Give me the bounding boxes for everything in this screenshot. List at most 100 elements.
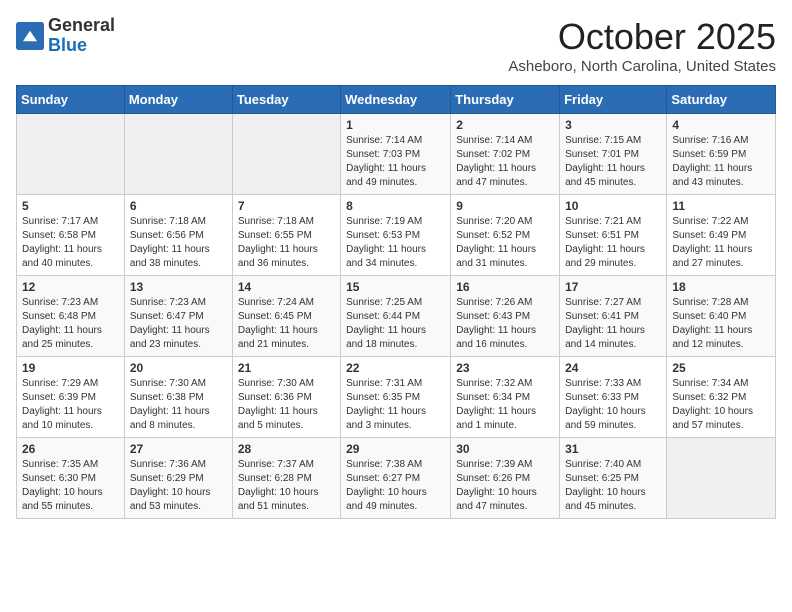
day-info: Sunrise: 7:38 AM Sunset: 6:27 PM Dayligh… [346,458,445,514]
day-info: Sunrise: 7:39 AM Sunset: 6:26 PM Dayligh… [456,458,554,514]
day-number: 29 [346,442,445,456]
day-info: Sunrise: 7:16 AM Sunset: 6:59 PM Dayligh… [672,134,770,190]
calendar-cell: 4 Sunrise: 7:16 AM Sunset: 6:59 PM Daylig… [667,114,776,195]
day-info: Sunrise: 7:22 AM Sunset: 6:49 PM Dayligh… [672,215,770,271]
day-info: Sunrise: 7:17 AM Sunset: 6:58 PM Dayligh… [22,215,119,271]
calendar-cell: 10 Sunrise: 7:21 AM Sunset: 6:51 PM Dayli… [560,195,667,276]
calendar-cell: 3 Sunrise: 7:15 AM Sunset: 7:01 PM Daylig… [560,114,667,195]
day-number: 12 [22,280,119,294]
calendar-cell: 11 Sunrise: 7:22 AM Sunset: 6:49 PM Dayli… [667,195,776,276]
calendar-cell: 16 Sunrise: 7:26 AM Sunset: 6:43 PM Dayli… [451,276,560,357]
day-number: 3 [565,118,661,132]
day-info: Sunrise: 7:40 AM Sunset: 6:25 PM Dayligh… [565,458,661,514]
day-info: Sunrise: 7:28 AM Sunset: 6:40 PM Dayligh… [672,296,770,352]
day-number: 5 [22,199,119,213]
day-number: 6 [130,199,227,213]
day-info: Sunrise: 7:23 AM Sunset: 6:47 PM Dayligh… [130,296,227,352]
calendar-cell: 13Sunrise: 7:23 AM Sunset: 6:47 PM Dayli… [124,276,232,357]
day-number: 4 [672,118,770,132]
calendar-cell: 12 Sunrise: 7:23 AM Sunset: 6:48 PM Dayli… [17,276,125,357]
day-info: Sunrise: 7:32 AM Sunset: 6:34 PM Dayligh… [456,377,554,433]
calendar-cell: 21 Sunrise: 7:30 AM Sunset: 6:36 PM Dayli… [232,357,340,438]
title-area: October 2025 Asheboro, North Carolina, U… [508,16,776,75]
logo-general: General [48,15,115,35]
day-info: Sunrise: 7:14 AM Sunset: 7:03 PM Dayligh… [346,134,445,190]
logo-blue: Blue [48,35,87,55]
calendar-cell: 27 Sunrise: 7:36 AM Sunset: 6:29 PM Dayli… [124,438,232,519]
calendar-cell: 2Sunrise: 7:14 AM Sunset: 7:02 PM Daylig… [451,114,560,195]
calendar-cell: 9Sunrise: 7:20 AM Sunset: 6:52 PM Daylig… [451,195,560,276]
day-number: 7 [238,199,335,213]
day-info: Sunrise: 7:18 AM Sunset: 6:55 PM Dayligh… [238,215,335,271]
day-number: 15 [346,280,445,294]
day-number: 26 [22,442,119,456]
day-number: 11 [672,199,770,213]
logo-icon [16,22,44,50]
day-number: 21 [238,361,335,375]
calendar-cell: 25Sunrise: 7:34 AM Sunset: 6:32 PM Dayli… [667,357,776,438]
page-header: General Blue October 2025 Asheboro, Nort… [16,16,776,75]
weekday-header: Saturday [667,86,776,114]
month-title: October 2025 [508,16,776,58]
day-info: Sunrise: 7:26 AM Sunset: 6:43 PM Dayligh… [456,296,554,352]
day-info: Sunrise: 7:19 AM Sunset: 6:53 PM Dayligh… [346,215,445,271]
day-info: Sunrise: 7:18 AM Sunset: 6:56 PM Dayligh… [130,215,227,271]
calendar-week-row: 19Sunrise: 7:29 AM Sunset: 6:39 PM Dayli… [17,357,776,438]
day-number: 30 [456,442,554,456]
day-number: 23 [456,361,554,375]
day-info: Sunrise: 7:35 AM Sunset: 6:30 PM Dayligh… [22,458,119,514]
calendar-cell: 29 Sunrise: 7:38 AM Sunset: 6:27 PM Dayli… [341,438,451,519]
calendar-week-row: 26 Sunrise: 7:35 AM Sunset: 6:30 PM Dayli… [17,438,776,519]
day-number: 20 [130,361,227,375]
day-info: Sunrise: 7:30 AM Sunset: 6:36 PM Dayligh… [238,377,335,433]
weekday-header: Tuesday [232,86,340,114]
logo-text: General Blue [48,16,115,56]
day-number: 22 [346,361,445,375]
calendar-cell: 1Sunrise: 7:14 AM Sunset: 7:03 PM Daylig… [341,114,451,195]
calendar-cell: 14Sunrise: 7:24 AM Sunset: 6:45 PM Dayli… [232,276,340,357]
weekday-header: Friday [560,86,667,114]
day-number: 28 [238,442,335,456]
calendar-cell: 31 Sunrise: 7:40 AM Sunset: 6:25 PM Dayli… [560,438,667,519]
day-number: 17 [565,280,661,294]
calendar-cell: 20 Sunrise: 7:30 AM Sunset: 6:38 PM Dayli… [124,357,232,438]
calendar-cell: 28 Sunrise: 7:37 AM Sunset: 6:28 PM Dayli… [232,438,340,519]
day-info: Sunrise: 7:14 AM Sunset: 7:02 PM Dayligh… [456,134,554,190]
calendar-cell [667,438,776,519]
day-info: Sunrise: 7:37 AM Sunset: 6:28 PM Dayligh… [238,458,335,514]
day-info: Sunrise: 7:27 AM Sunset: 6:41 PM Dayligh… [565,296,661,352]
location: Asheboro, North Carolina, United States [508,58,776,75]
calendar-cell: 18Sunrise: 7:28 AM Sunset: 6:40 PM Dayli… [667,276,776,357]
day-info: Sunrise: 7:23 AM Sunset: 6:48 PM Dayligh… [22,296,119,352]
weekday-header-row: SundayMondayTuesdayWednesdayThursdayFrid… [17,86,776,114]
day-info: Sunrise: 7:21 AM Sunset: 6:51 PM Dayligh… [565,215,661,271]
day-number: 16 [456,280,554,294]
calendar-cell: 23 Sunrise: 7:32 AM Sunset: 6:34 PM Dayli… [451,357,560,438]
day-number: 9 [456,199,554,213]
calendar-cell: 6 Sunrise: 7:18 AM Sunset: 6:56 PM Daylig… [124,195,232,276]
calendar-cell [232,114,340,195]
day-info: Sunrise: 7:30 AM Sunset: 6:38 PM Dayligh… [130,377,227,433]
calendar-week-row: 12 Sunrise: 7:23 AM Sunset: 6:48 PM Dayli… [17,276,776,357]
calendar-cell: 7 Sunrise: 7:18 AM Sunset: 6:55 PM Daylig… [232,195,340,276]
calendar-cell: 26 Sunrise: 7:35 AM Sunset: 6:30 PM Dayli… [17,438,125,519]
logo: General Blue [16,16,115,56]
day-info: Sunrise: 7:24 AM Sunset: 6:45 PM Dayligh… [238,296,335,352]
day-number: 25 [672,361,770,375]
weekday-header: Thursday [451,86,560,114]
day-info: Sunrise: 7:31 AM Sunset: 6:35 PM Dayligh… [346,377,445,433]
weekday-header: Wednesday [341,86,451,114]
calendar-cell: 8Sunrise: 7:19 AM Sunset: 6:53 PM Daylig… [341,195,451,276]
day-info: Sunrise: 7:15 AM Sunset: 7:01 PM Dayligh… [565,134,661,190]
weekday-header: Monday [124,86,232,114]
day-info: Sunrise: 7:36 AM Sunset: 6:29 PM Dayligh… [130,458,227,514]
calendar-cell: 22 Sunrise: 7:31 AM Sunset: 6:35 PM Dayli… [341,357,451,438]
day-number: 10 [565,199,661,213]
calendar-week-row: 1Sunrise: 7:14 AM Sunset: 7:03 PM Daylig… [17,114,776,195]
day-number: 31 [565,442,661,456]
day-number: 24 [565,361,661,375]
calendar-week-row: 5 Sunrise: 7:17 AM Sunset: 6:58 PM Daylig… [17,195,776,276]
calendar-cell: 19Sunrise: 7:29 AM Sunset: 6:39 PM Dayli… [17,357,125,438]
weekday-header: Sunday [17,86,125,114]
day-number: 27 [130,442,227,456]
